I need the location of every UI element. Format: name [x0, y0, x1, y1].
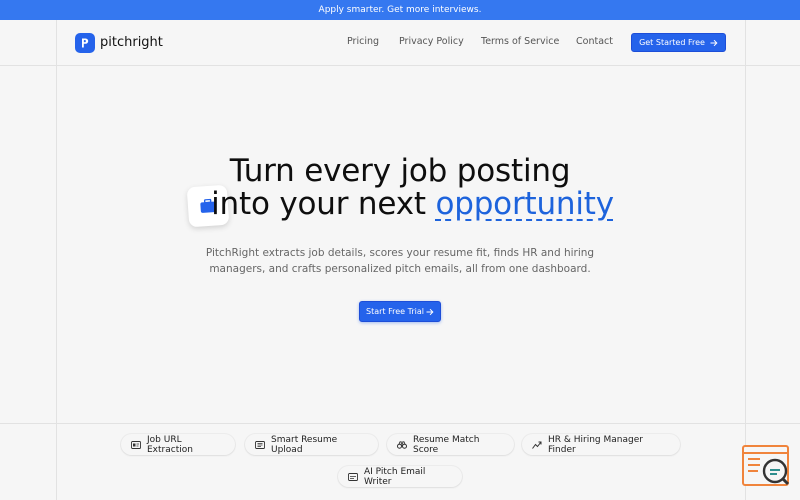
get-started-label: Get Started Free: [639, 38, 705, 47]
frame-divider-right: [745, 20, 746, 500]
binoculars-icon: [397, 440, 407, 449]
hero-subtitle: PitchRight extracts job details, scores …: [205, 247, 595, 275]
trend-icon: [532, 441, 542, 449]
nav-link-privacy-policy[interactable]: Privacy Policy: [399, 36, 464, 47]
arrow-right-icon: [710, 39, 718, 46]
nav-link-pricing[interactable]: Pricing: [347, 36, 379, 47]
hero-title-line-2: into your next opportunity: [0, 186, 800, 222]
feature-chip-label: Job URL Extraction: [147, 434, 193, 455]
feature-chip-resume-match-score: Resume Match Score: [387, 434, 514, 455]
feature-chip-label: HR & Hiring Manager Finder: [548, 434, 643, 455]
start-free-trial-button[interactable]: Start Free Trial: [359, 301, 441, 322]
header-divider: [0, 65, 800, 66]
document-icon: [255, 440, 265, 449]
search-document-icon: [742, 445, 790, 486]
hero-title-accent: opportunity: [435, 186, 614, 222]
feature-chip-hr-hiring-manager-finder: HR & Hiring Manager Finder: [522, 434, 680, 455]
top-navigation: pitchright Pricing Privacy Policy Terms …: [56, 20, 745, 65]
hero-title-prefix: into your next: [211, 186, 426, 222]
feature-chip-ai-pitch-email-writer: AI Pitch Email Writer: [338, 466, 462, 487]
announcement-banner: Apply smarter. Get more interviews.: [0, 0, 800, 20]
help-widget-button[interactable]: [742, 445, 790, 489]
get-started-button[interactable]: Get Started Free: [631, 33, 726, 52]
feature-chip-smart-resume-upload: Smart Resume Upload: [245, 434, 378, 455]
features-divider: [0, 423, 800, 424]
banner-text: Apply smarter. Get more interviews.: [318, 5, 482, 15]
feature-chip-label: AI Pitch Email Writer: [364, 466, 426, 487]
feature-chip-label: Smart Resume Upload: [271, 434, 338, 455]
feature-chip-job-url-extraction: Job URL Extraction: [121, 434, 235, 455]
mail-icon: [348, 472, 358, 481]
start-free-trial-label: Start Free Trial: [366, 307, 424, 316]
arrow-right-icon: [426, 308, 434, 315]
frame-divider-left: [56, 20, 57, 500]
hero-title-line-1: Turn every job posting: [229, 153, 571, 189]
nav-link-terms-of-service[interactable]: Terms of Service: [481, 36, 559, 47]
nav-link-contact[interactable]: Contact: [576, 36, 613, 47]
id-card-icon: [131, 440, 141, 449]
feature-chip-label: Resume Match Score: [413, 434, 480, 455]
